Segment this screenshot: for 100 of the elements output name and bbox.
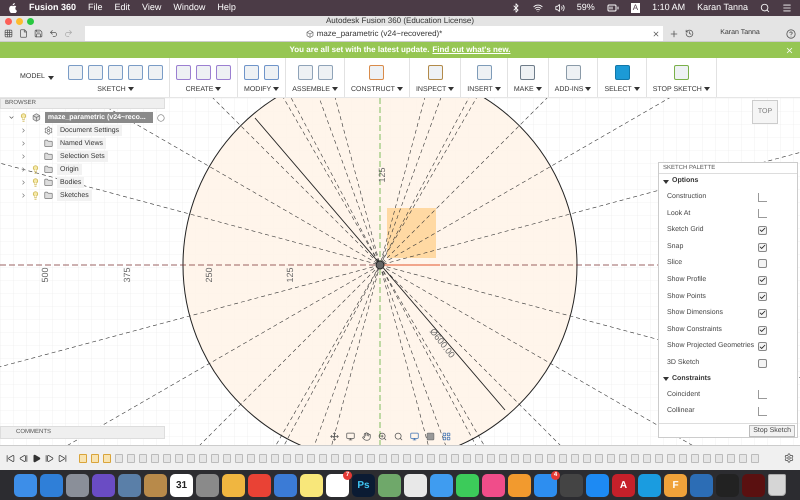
settings-icon[interactable] [784, 453, 794, 463]
checkbox[interactable] [758, 242, 767, 252]
app-icon[interactable] [222, 474, 245, 496]
app-icon[interactable] [456, 474, 479, 496]
app-menu[interactable]: Fusion 360 [29, 1, 76, 15]
radio-icon[interactable] [157, 114, 165, 122]
tool-icon[interactable] [520, 65, 536, 80]
checkbox[interactable] [758, 326, 767, 335]
play-icon[interactable] [32, 454, 41, 462]
tool-icon[interactable] [196, 65, 211, 80]
caret-icon [663, 180, 669, 184]
menu-item[interactable]: Window [173, 1, 206, 15]
component-icon [306, 30, 314, 38]
save-icon[interactable] [34, 29, 43, 38]
look-at-icon[interactable] [346, 432, 355, 441]
checkbox[interactable] [758, 342, 767, 352]
caret-icon [48, 76, 54, 80]
app-icon[interactable] [430, 474, 453, 496]
tool-icon[interactable] [108, 65, 123, 80]
tool-icon[interactable] [148, 65, 163, 80]
trash-icon[interactable] [768, 474, 786, 496]
caret-icon [494, 87, 501, 91]
step-back-icon[interactable] [19, 454, 28, 462]
tool-icon[interactable] [128, 65, 143, 80]
bluetooth-icon[interactable] [510, 3, 521, 13]
caret-icon [536, 87, 542, 91]
zoom-icon[interactable] [378, 432, 387, 441]
tool-icon[interactable] [614, 65, 630, 80]
volume-icon[interactable] [554, 3, 565, 13]
menu-item[interactable]: View [142, 1, 162, 15]
fit-icon[interactable] [394, 432, 403, 441]
tool-icon[interactable] [244, 65, 260, 80]
checkbox[interactable] [758, 226, 767, 235]
lightbulb-icon[interactable] [31, 178, 40, 187]
search-icon[interactable] [760, 3, 770, 13]
app-icon[interactable]: 31 [170, 474, 193, 496]
caret-icon [663, 377, 669, 382]
help-icon[interactable] [786, 28, 796, 38]
checkbox[interactable] [758, 276, 767, 285]
tool-icon[interactable] [428, 65, 443, 80]
caret-icon [448, 87, 454, 91]
tool-icon[interactable] [264, 65, 280, 80]
tool-icon[interactable] [476, 65, 492, 80]
history-icon[interactable] [685, 29, 694, 38]
checkbox[interactable] [758, 292, 767, 302]
close-window-button[interactable] [5, 18, 12, 24]
wifi-icon[interactable] [532, 3, 543, 13]
tool-icon[interactable] [318, 65, 333, 80]
redo-icon[interactable] [64, 29, 73, 38]
battery-icon[interactable] [606, 2, 619, 14]
skip-back-icon[interactable] [6, 454, 15, 462]
step-forward-icon[interactable] [45, 454, 54, 462]
pan-icon[interactable] [362, 432, 371, 441]
dimension-label: 125 [377, 167, 387, 183]
app-icon[interactable]: A [612, 474, 635, 496]
checkbox[interactable] [758, 358, 767, 368]
tool-icon[interactable] [298, 65, 313, 80]
lightbulb-icon[interactable] [19, 113, 28, 122]
menu-item[interactable]: Help [217, 1, 236, 15]
orbit-icon[interactable] [330, 432, 339, 441]
app-icon[interactable] [300, 474, 323, 496]
lightbulb-icon[interactable] [31, 165, 40, 174]
caret-icon [215, 87, 222, 91]
menu-item[interactable]: Edit [114, 1, 130, 15]
app-icon[interactable] [638, 474, 661, 496]
window-title: Autodesk Fusion 360 (Education License) [326, 17, 474, 25]
dimension-label: 500 [40, 267, 50, 283]
dimension-label: 250 [204, 267, 214, 283]
lightbulb-icon[interactable] [31, 191, 40, 200]
viewports-icon[interactable] [442, 432, 451, 441]
user-name-menu[interactable]: Karan Tanna [697, 1, 748, 15]
tool-icon[interactable] [68, 65, 83, 80]
new-tab-icon[interactable] [669, 28, 679, 38]
checkbox[interactable] [758, 308, 767, 318]
tool-icon[interactable] [566, 65, 581, 80]
document-tab[interactable]: maze_parametric (v24~recovered)* [85, 26, 663, 41]
close-icon[interactable] [652, 30, 660, 38]
grid-settings-icon[interactable] [426, 432, 435, 441]
dimension-label: 125 [285, 267, 295, 283]
display-settings-icon[interactable] [410, 432, 419, 441]
caret-icon [634, 87, 640, 91]
tool-icon[interactable] [176, 65, 191, 80]
input-source-indicator[interactable]: A [630, 3, 640, 13]
apps-grid-icon[interactable] [4, 29, 13, 38]
tool-icon[interactable] [216, 65, 231, 80]
app-icon[interactable] [378, 474, 401, 496]
file-icon[interactable] [19, 29, 28, 38]
app-icon[interactable] [404, 474, 427, 496]
checkbox[interactable] [758, 259, 767, 268]
app-icon[interactable] [508, 474, 531, 496]
skip-forward-icon[interactable] [58, 454, 67, 462]
tool-icon[interactable] [88, 65, 103, 80]
maximize-window-button[interactable] [27, 18, 34, 24]
tool-icon[interactable] [674, 65, 689, 80]
app-icon[interactable]: Ps [352, 474, 375, 496]
list-icon[interactable] [782, 3, 792, 13]
caret-icon [273, 87, 280, 91]
tool-icon[interactable] [369, 65, 384, 80]
undo-icon[interactable] [49, 29, 58, 38]
menu-item[interactable]: File [88, 1, 103, 15]
